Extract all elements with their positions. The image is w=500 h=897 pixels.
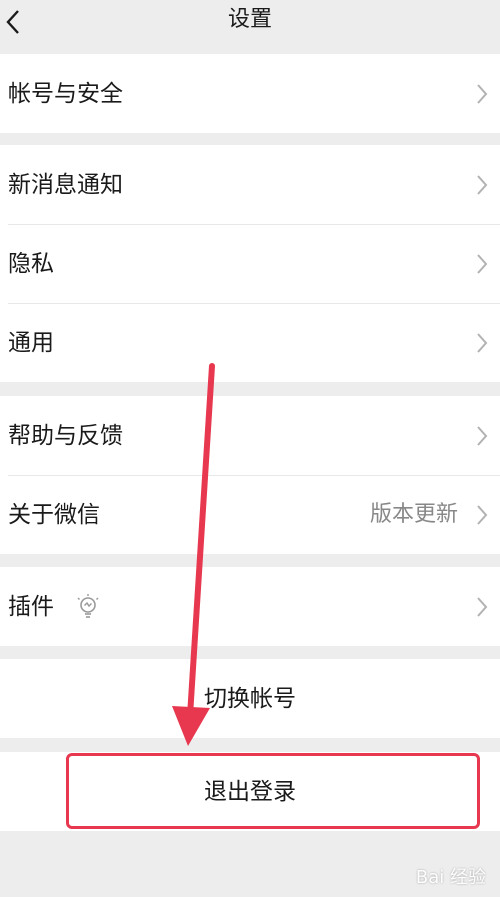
chevron-right-icon	[477, 83, 488, 104]
chevron-right-icon	[477, 174, 488, 195]
settings-item-privacy[interactable]: 隐私	[0, 224, 500, 303]
settings-item-general[interactable]: 通用	[0, 303, 500, 382]
chevron-right-icon	[477, 253, 488, 274]
settings-item-notifications[interactable]: 新消息通知	[0, 145, 500, 224]
top-bar: 设置	[0, 0, 500, 48]
settings-group-plugins: 插件	[0, 567, 500, 646]
chevron-right-icon	[477, 425, 488, 446]
settings-item-label: 通用	[8, 329, 54, 356]
settings-item-label: 插件	[8, 593, 54, 620]
chevron-right-icon	[477, 504, 488, 525]
settings-item-label: 关于微信	[8, 501, 100, 528]
switch-account-label: 切换帐号	[204, 685, 296, 712]
switch-account-button[interactable]: 切换帐号	[0, 659, 500, 738]
settings-item-account-security[interactable]: 帐号与安全	[0, 54, 500, 133]
settings-item-label: 帮助与反馈	[8, 422, 123, 449]
settings-group-general: 新消息通知 隐私 通用	[0, 145, 500, 382]
chevron-right-icon	[477, 596, 488, 617]
page-title: 设置	[227, 7, 272, 32]
settings-item-label: 新消息通知	[8, 171, 123, 198]
switch-account-group: 切换帐号	[0, 659, 500, 738]
version-update-text: 版本更新	[369, 501, 458, 527]
watermark: Bai 经验	[415, 867, 486, 888]
settings-item-plugins[interactable]: 插件	[0, 567, 500, 646]
settings-group-support: 帮助与反馈 关于微信 版本更新	[0, 396, 500, 554]
settings-group-account: 帐号与安全	[0, 54, 500, 133]
plugin-bulb-icon	[77, 593, 99, 618]
settings-item-about[interactable]: 关于微信 版本更新	[0, 475, 500, 554]
highlight-box	[66, 753, 480, 829]
settings-item-help-feedback[interactable]: 帮助与反馈	[0, 396, 500, 475]
settings-item-label: 隐私	[8, 250, 54, 277]
settings-item-label: 帐号与安全	[8, 80, 123, 107]
chevron-right-icon	[477, 332, 488, 353]
